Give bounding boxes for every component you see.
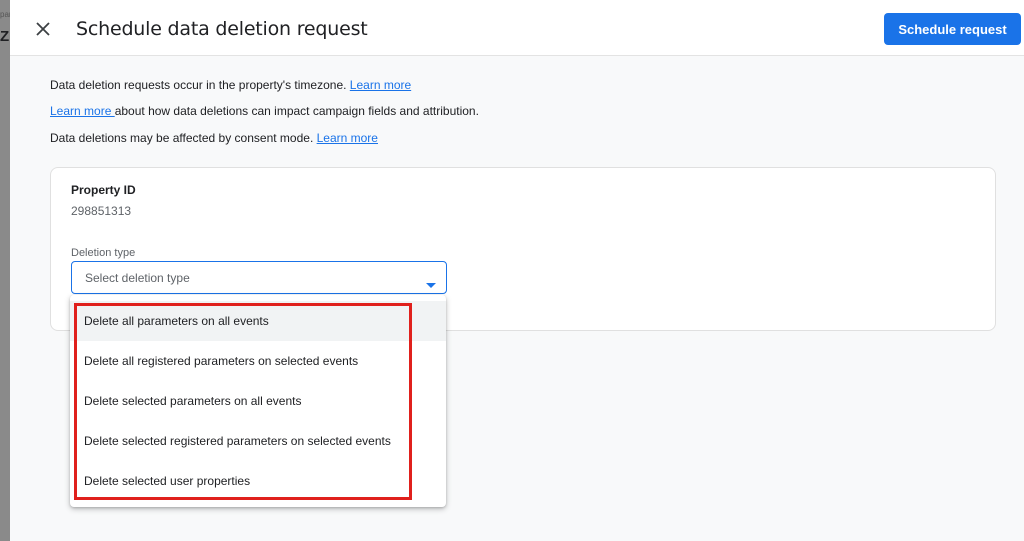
deletion-type-placeholder: Select deletion type xyxy=(85,271,190,285)
menu-item-delete-user-properties[interactable]: Delete selected user properties xyxy=(70,461,446,501)
consent-info: Data deletions may be affected by consen… xyxy=(50,131,378,145)
panel-header: Schedule data deletion request Schedule … xyxy=(10,0,1024,56)
learn-more-link-timezone[interactable]: Learn more xyxy=(350,78,411,92)
page-title: Schedule data deletion request xyxy=(76,18,368,40)
menu-item-delete-selected-registered-parameters[interactable]: Delete selected registered parameters on… xyxy=(70,421,446,461)
schedule-request-button[interactable]: Schedule request xyxy=(884,13,1021,45)
property-id-label: Property ID xyxy=(71,183,136,197)
menu-item-delete-all-parameters[interactable]: Delete all parameters on all events xyxy=(70,301,446,341)
menu-item-delete-selected-parameters[interactable]: Delete selected parameters on all events xyxy=(70,381,446,421)
timezone-info-text: Data deletion requests occur in the prop… xyxy=(50,78,350,92)
property-id-value: 298851313 xyxy=(71,204,132,218)
dropdown-arrow-icon xyxy=(426,276,436,294)
background-window-text: par xyxy=(0,10,10,19)
menu-item-delete-registered-parameters[interactable]: Delete all registered parameters on sele… xyxy=(70,341,446,381)
deletion-request-panel: Schedule data deletion request Schedule … xyxy=(10,0,1024,541)
consent-info-text: Data deletions may be affected by consen… xyxy=(50,131,317,145)
timezone-info: Data deletion requests occur in the prop… xyxy=(50,78,411,92)
learn-more-link-consent[interactable]: Learn more xyxy=(317,131,378,145)
deletion-type-select[interactable]: Select deletion type xyxy=(71,261,447,294)
background-window-letter: Z xyxy=(0,28,10,45)
learn-more-link-campaign[interactable]: Learn more xyxy=(50,104,115,118)
close-icon[interactable] xyxy=(32,18,54,40)
background-window-strip: par Z xyxy=(0,0,10,541)
campaign-info-text: about how data deletions can impact camp… xyxy=(114,104,479,118)
deletion-type-label: Deletion type xyxy=(71,247,136,259)
campaign-info: Learn more about how data deletions can … xyxy=(50,104,479,118)
deletion-type-menu: Delete all parameters on all events Dele… xyxy=(70,295,446,507)
